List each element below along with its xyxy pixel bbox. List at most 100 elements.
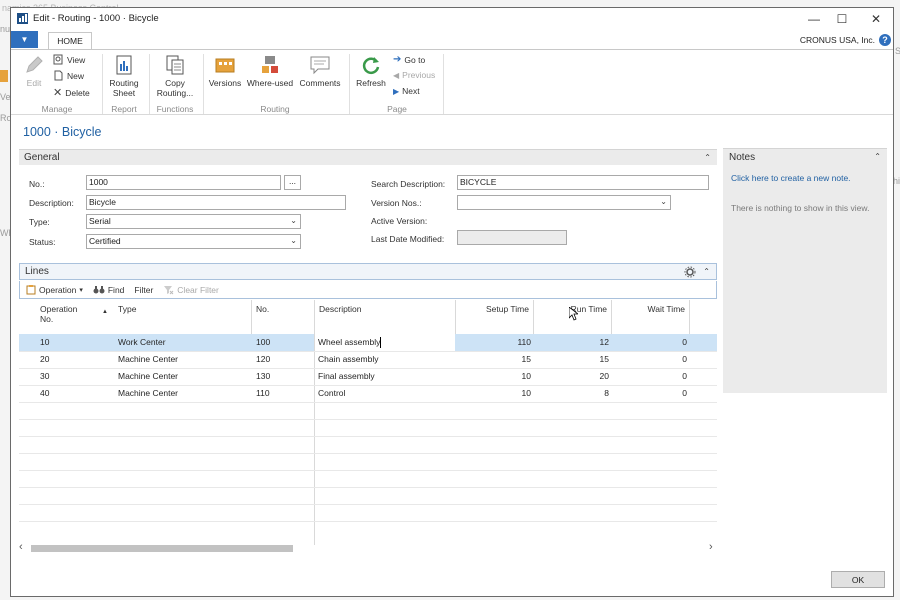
col-header-setup-time[interactable]: Setup Time <box>459 304 529 314</box>
table-row[interactable]: 10 Work Center 100 Wheel assembly 110 12… <box>19 334 717 351</box>
previous-button-label: Previous <box>402 70 436 80</box>
col-header-operation-no[interactable]: Operation No. ▲ <box>40 304 108 324</box>
type-select[interactable]: Serial ⌄ <box>86 214 301 229</box>
cell-setup-time: 15 <box>521 354 531 364</box>
comments-button[interactable]: Comments <box>297 54 343 89</box>
routing-sheet-label-1: Routing <box>109 78 139 88</box>
cell-setup-time: 110 <box>517 337 531 347</box>
description-field[interactable]: Bicycle <box>86 195 346 210</box>
cell-description: Control <box>318 388 346 398</box>
grid-line <box>19 436 717 437</box>
comments-button-label: Comments <box>299 78 341 88</box>
edit-button[interactable]: Edit <box>19 54 49 89</box>
title-bar[interactable]: Edit - Routing - 1000 · Bicycle — ☐ ✕ <box>11 8 893 30</box>
grid-line <box>19 419 717 420</box>
clear-filter-icon <box>164 286 174 295</box>
new-button-label: New <box>67 70 85 81</box>
next-button[interactable]: ▶ Next <box>393 86 420 96</box>
scroll-left-icon[interactable]: ‹ <box>19 541 23 553</box>
previous-button[interactable]: ◀ Previous <box>393 70 435 80</box>
cell-operation-no: 10 <box>40 337 50 347</box>
grid-line <box>19 453 717 454</box>
operation-menu-button[interactable]: Operation ▾ <box>26 284 83 295</box>
filter-button[interactable]: Filter <box>134 285 153 295</box>
triangle-left-icon: ◀ <box>393 70 400 80</box>
active-version-label: Active Version: <box>371 216 428 226</box>
where-used-icon <box>262 56 278 73</box>
help-icon[interactable]: ? <box>879 34 891 46</box>
cell-wait-time: 0 <box>682 337 687 347</box>
collapse-chevron-icon[interactable]: ⌃ <box>703 267 710 276</box>
cell-no: 110 <box>256 388 270 398</box>
go-to-button-label: Go to <box>404 54 426 65</box>
clear-filter-button[interactable]: Clear Filter <box>163 284 219 295</box>
no-field[interactable]: 1000 <box>86 175 281 190</box>
col-header-no[interactable]: No. <box>256 304 269 314</box>
create-note-link[interactable]: Click here to create a new note. <box>731 173 851 183</box>
routing-sheet-button[interactable]: Routing Sheet <box>106 54 142 98</box>
new-button[interactable]: New <box>53 70 84 81</box>
copy-routing-label-1: Copy <box>165 78 185 88</box>
grid-line <box>19 368 717 369</box>
go-to-button[interactable]: ➔ Go to <box>393 54 425 65</box>
operation-menu-label: Operation <box>39 284 77 295</box>
general-fasttab-header[interactable]: General ⌃ <box>19 149 717 165</box>
group-label-manage: Manage <box>41 104 73 114</box>
table-row[interactable]: 30 Machine Center 130 Final assembly 10 … <box>19 368 717 385</box>
type-value: Serial <box>89 216 111 226</box>
where-used-button-label: Where-used <box>246 78 294 88</box>
cell-wait-time: 0 <box>682 388 687 398</box>
chevron-down-icon: ⌄ <box>290 216 297 225</box>
collapse-chevron-icon[interactable]: ⌃ <box>704 153 711 162</box>
group-label-functions: Functions <box>156 104 194 114</box>
clipboard-icon <box>26 285 36 295</box>
where-used-button[interactable]: Where-used <box>245 54 295 89</box>
col-header-type[interactable]: Type <box>118 304 136 314</box>
new-document-icon <box>54 70 63 81</box>
routing-sheet-label-2: Sheet <box>112 87 136 98</box>
search-description-field[interactable]: BICYCLE <box>457 175 709 190</box>
cell-description[interactable]: Wheel assembly <box>318 337 380 347</box>
group-label-report: Report <box>111 104 137 114</box>
cell-wait-time: 0 <box>682 371 687 381</box>
company-name[interactable]: CRONUS USA, Inc. <box>800 35 875 45</box>
refresh-button[interactable]: Refresh <box>353 54 389 89</box>
delete-button[interactable]: ✕ Delete <box>53 86 90 99</box>
copy-routing-button[interactable]: Copy Routing... <box>152 54 198 98</box>
col-header-operation-no-line1: Operation <box>40 304 78 314</box>
cell-setup-time: 10 <box>521 371 531 381</box>
maximize-button[interactable]: ☐ <box>825 10 859 28</box>
horizontal-scrollbar[interactable]: ‹ › <box>19 541 717 554</box>
cell-run-time: 12 <box>599 337 609 347</box>
table-row[interactable]: 40 Machine Center 110 Control 10 8 0 <box>19 385 717 402</box>
tab-home[interactable]: HOME <box>48 32 92 49</box>
versions-button[interactable]: Versions <box>207 54 243 89</box>
app-menu-button[interactable]: ▼ <box>11 31 38 48</box>
triangle-right-icon: ▶ <box>393 86 400 96</box>
lines-header[interactable]: Lines ⌃ <box>19 263 717 280</box>
refresh-button-label: Refresh <box>356 78 386 88</box>
version-nos-select[interactable]: ⌄ <box>457 195 671 210</box>
scrollbar-thumb[interactable] <box>31 545 293 552</box>
cell-run-time: 8 <box>604 388 609 398</box>
status-select[interactable]: Certified ⌄ <box>86 234 301 249</box>
notes-empty-text: There is nothing to show in this view. <box>731 203 870 213</box>
col-header-description[interactable]: Description <box>319 304 362 314</box>
find-button[interactable]: Find <box>93 285 124 295</box>
notes-caption: Notes <box>729 152 756 163</box>
view-button-label: View <box>67 54 86 65</box>
table-row[interactable]: 20 Machine Center 120 Chain assembly 15 … <box>19 351 717 368</box>
scroll-right-icon[interactable]: › <box>709 541 713 553</box>
collapse-chevron-icon[interactable]: ⌃ <box>874 152 881 161</box>
close-button[interactable]: ✕ <box>859 10 893 28</box>
cell-no: 120 <box>256 354 271 364</box>
ok-button[interactable]: OK <box>831 571 885 588</box>
cell-type: Machine Center <box>118 371 179 381</box>
no-assist-button[interactable]: ... <box>284 175 301 190</box>
view-button[interactable]: View <box>53 54 85 65</box>
chevron-down-icon: ⌄ <box>290 236 297 245</box>
versions-button-label: Versions <box>208 78 242 88</box>
col-header-wait-time[interactable]: Wait Time <box>615 304 685 314</box>
settings-gear-icon[interactable] <box>684 266 696 278</box>
column-separator <box>533 300 534 334</box>
